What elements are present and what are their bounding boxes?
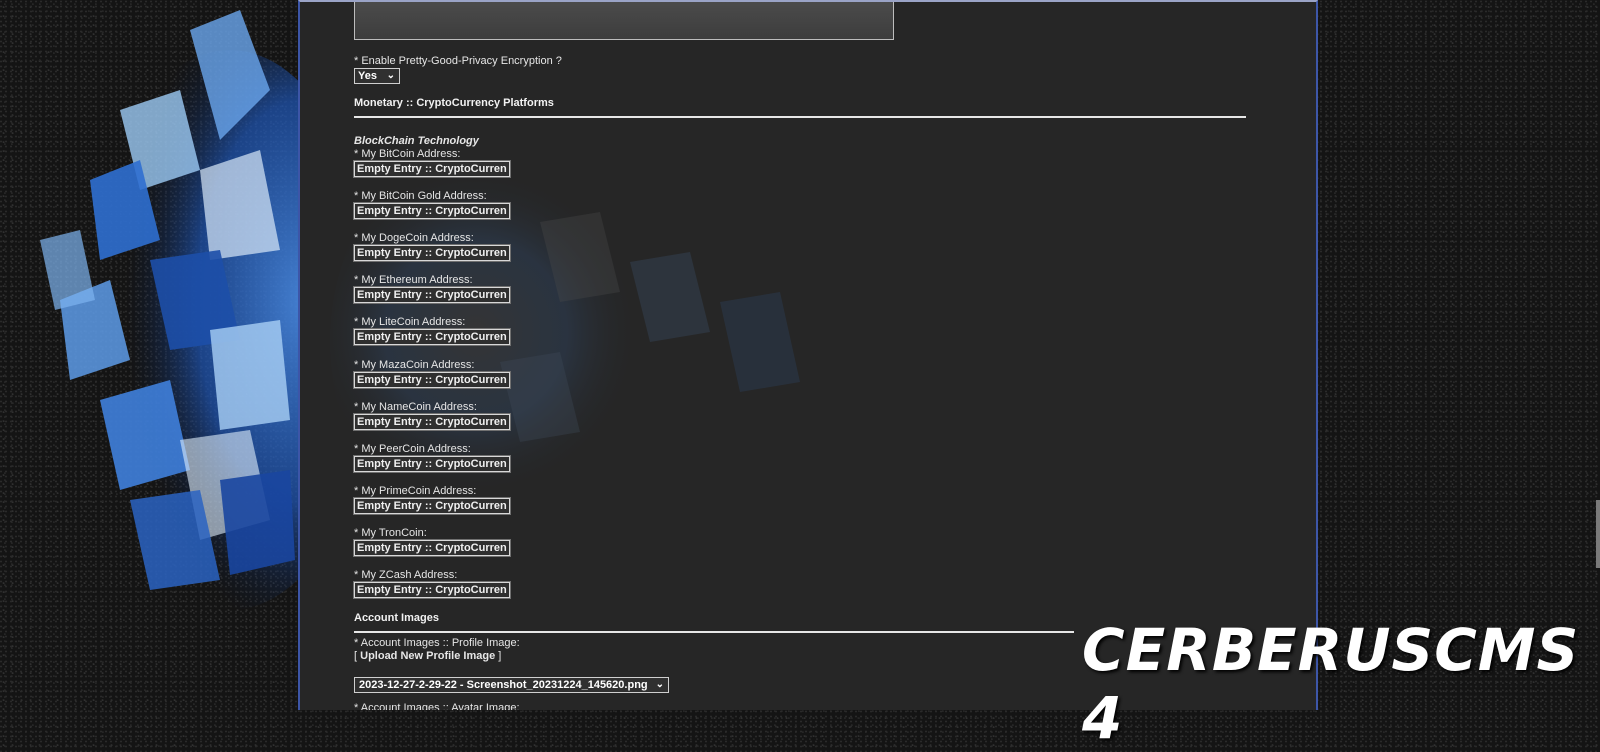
mazacoin-address-input[interactable]: Empty Entry :: CryptoCurren [353, 371, 511, 389]
pgp-select-value: Yes [358, 70, 377, 82]
crypto-label: * My DogeCoin Address: [354, 232, 474, 244]
bracket-close: ] [495, 650, 502, 662]
litecoin-address-input[interactable]: Empty Entry :: CryptoCurren [353, 328, 511, 346]
chevron-down-icon: ⌄ [655, 679, 664, 690]
avatar-image-label: * Account Images :: Avatar Image: [354, 702, 520, 710]
brand-logo-text: CERBERUSCMS 4 [1082, 616, 1580, 752]
decorative-background-art [0, 0, 300, 710]
profile-image-select[interactable]: 2023-12-27-2-29-22 - Screenshot_20231224… [354, 677, 669, 693]
bitcoin-address-input[interactable]: Empty Entry :: CryptoCurren [353, 160, 511, 178]
crypto-label: * My NameCoin Address: [354, 401, 477, 413]
ethereum-address-input[interactable]: Empty Entry :: CryptoCurren [353, 286, 511, 304]
bitcoin-gold-address-input[interactable]: Empty Entry :: CryptoCurren [353, 202, 511, 220]
dogecoin-address-input[interactable]: Empty Entry :: CryptoCurren [353, 244, 511, 262]
namecoin-address-input[interactable]: Empty Entry :: CryptoCurren [353, 413, 511, 431]
section-title-account-images: Account Images [354, 612, 439, 624]
section-title-monetary: Monetary :: CryptoCurrency Platforms [354, 97, 554, 109]
upload-link-wrapper: [ Upload New Profile Image ] [354, 650, 501, 662]
profile-image-label: * Account Images :: Profile Image: [354, 637, 520, 649]
crypto-label: * My BitCoin Address: [354, 148, 461, 160]
upload-profile-image-link[interactable]: Upload New Profile Image [360, 650, 495, 662]
crypto-label: * My LiteCoin Address: [354, 316, 466, 328]
main-content-panel: * Enable Pretty-Good-Privacy Encryption … [298, 0, 1318, 710]
section-subtitle-blockchain: BlockChain Technology [354, 135, 479, 147]
peercoin-address-input[interactable]: Empty Entry :: CryptoCurren [353, 455, 511, 473]
page-scrollbar-thumb[interactable] [1596, 500, 1600, 568]
textarea-field[interactable] [354, 2, 894, 40]
crypto-label: * My ZCash Address: [354, 569, 458, 581]
crypto-label: * My PeerCoin Address: [354, 443, 471, 455]
crypto-label: * My TronCoin: [354, 527, 427, 539]
profile-image-select-value: 2023-12-27-2-29-22 - Screenshot_20231224… [359, 679, 648, 691]
section-divider [354, 116, 1246, 118]
crypto-label: * My MazaCoin Address: [354, 359, 475, 371]
crypto-label: * My Ethereum Address: [354, 274, 473, 286]
chevron-down-icon: ⌄ [386, 70, 395, 81]
crypto-label: * My BitCoin Gold Address: [354, 190, 487, 202]
crypto-label: * My PrimeCoin Address: [354, 485, 477, 497]
pgp-select[interactable]: Yes ⌄ [354, 68, 400, 84]
troncoin-address-input[interactable]: Empty Entry :: CryptoCurren [353, 539, 511, 557]
primecoin-address-input[interactable]: Empty Entry :: CryptoCurren [353, 497, 511, 515]
section-divider [354, 631, 1074, 633]
pgp-label: * Enable Pretty-Good-Privacy Encryption … [354, 55, 562, 67]
zcash-address-input[interactable]: Empty Entry :: CryptoCurren [353, 581, 511, 599]
